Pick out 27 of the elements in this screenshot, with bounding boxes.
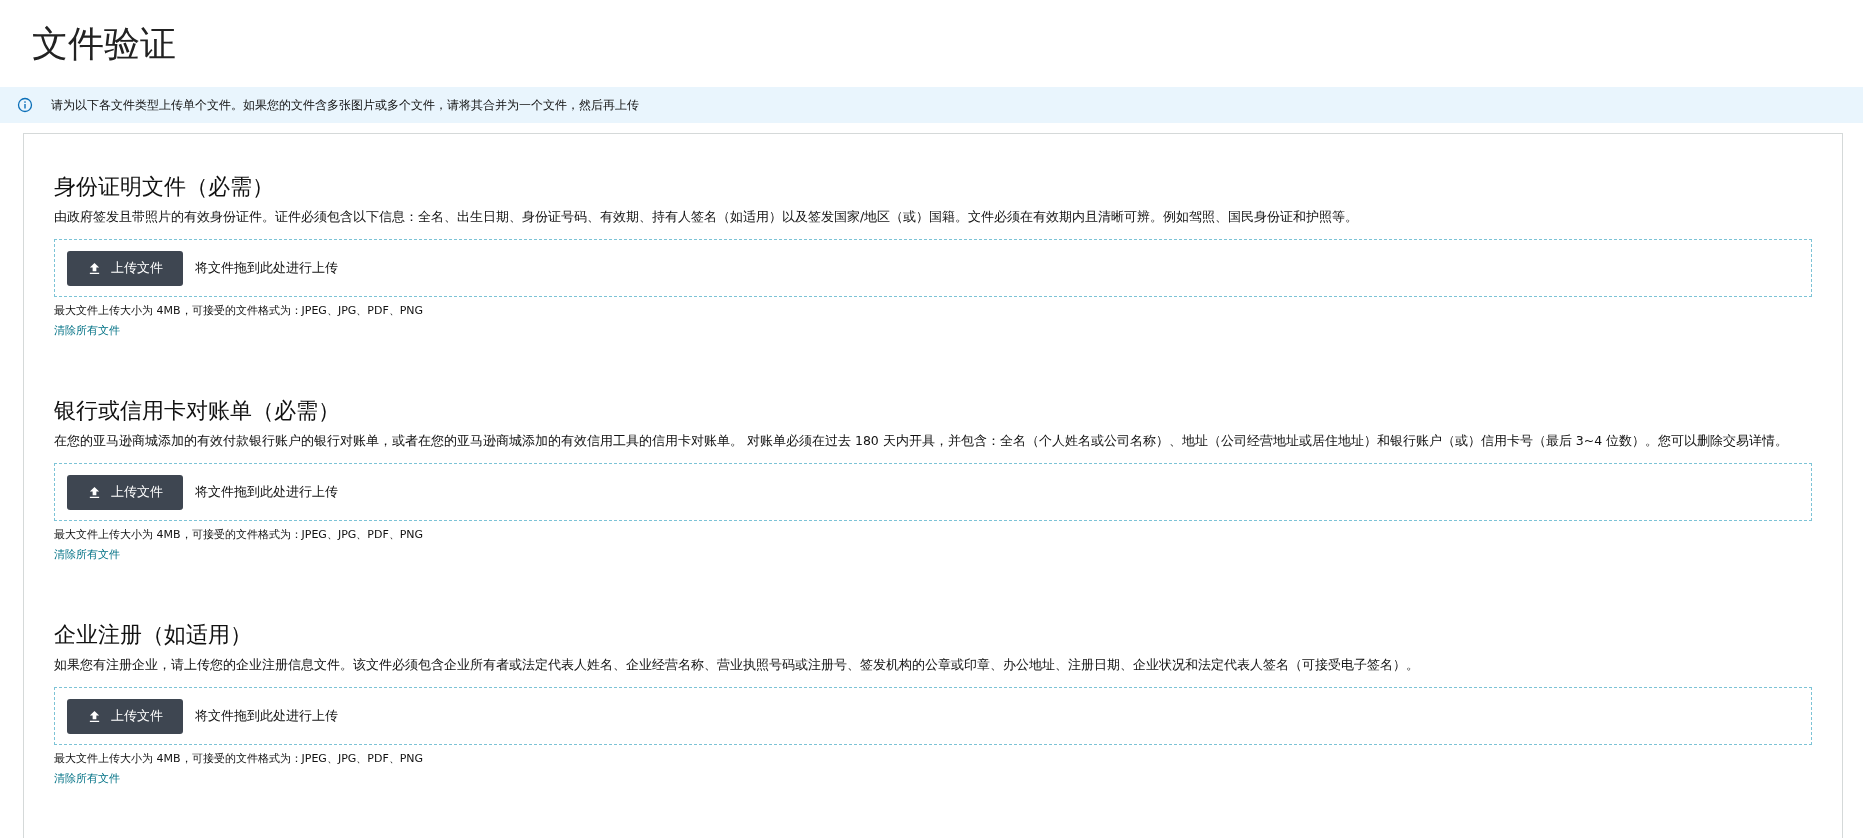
- section-heading: 企业注册（如适用）: [54, 621, 253, 649]
- file-requirements: 最大文件上传大小为 4MB，可接受的文件格式为：JPEG、JPG、PDF、PNG: [54, 751, 425, 767]
- clear-files-link[interactable]: 清除所有文件: [54, 770, 120, 788]
- file-requirements: 最大文件上传大小为 4MB，可接受的文件格式为：JPEG、JPG、PDF、PNG: [54, 527, 425, 543]
- upload-icon: [87, 485, 101, 499]
- drop-hint: 将文件拖到此处进行上传: [195, 707, 338, 725]
- section-heading: 银行或信用卡对账单（必需）: [54, 397, 341, 425]
- upload-button[interactable]: 上传文件: [67, 698, 183, 734]
- page-title: 文件验证: [31, 22, 177, 66]
- clear-files-link[interactable]: 清除所有文件: [54, 546, 120, 564]
- section-description: 由政府签发且带照片的有效身份证件。证件必须包含以下信息：全名、出生日期、身份证号码、有效期、持有人签名（如适用）以及签发国家/地区（或）国籍。文件必须在有效期内且清晰可辨。例如驾照、国民身份证和护照等。: [54, 208, 1360, 226]
- info-icon: [17, 97, 33, 113]
- upload-button[interactable]: 上传文件: [67, 250, 183, 286]
- drop-zone[interactable]: 上传文件 将文件拖到此处进行上传: [54, 239, 1812, 297]
- drop-hint: 将文件拖到此处进行上传: [195, 259, 338, 277]
- drop-zone[interactable]: 上传文件 将文件拖到此处进行上传: [54, 687, 1812, 745]
- drop-zone[interactable]: 上传文件 将文件拖到此处进行上传: [54, 463, 1812, 521]
- file-requirements: 最大文件上传大小为 4MB，可接受的文件格式为：JPEG、JPG、PDF、PNG: [54, 303, 425, 319]
- clear-files-link[interactable]: 清除所有文件: [54, 322, 120, 340]
- drop-hint: 将文件拖到此处进行上传: [195, 483, 338, 501]
- upload-icon: [87, 709, 101, 723]
- section-heading: 身份证明文件（必需）: [54, 173, 275, 201]
- info-message: 请为以下各文件类型上传单个文件。如果您的文件含多张图片或多个文件，请将其合并为一个文件，然后再上传: [51, 96, 639, 114]
- section-description: 在您的亚马逊商城添加的有效付款银行账户的银行对账单，或者在您的亚马逊商城添加的有效信用工具的信用卡对账单。 对账单必须在过去 180 天内开具，并包含：全名（个人姓名或公司名称）、地址（公司经营地址或居住地址）和银行账户（或）信用卡号（最后 3~4 位数）。您可以删除交易详情。: [54, 432, 1790, 450]
- upload-icon: [87, 261, 101, 275]
- upload-button[interactable]: 上传文件: [67, 474, 183, 510]
- section-description: 如果您有注册企业，请上传您的企业注册信息文件。该文件必须包含企业所有者或法定代表人姓名、企业经营名称、营业执照号码或注册号、签发机构的公章或印章、办公地址、注册日期、企业状况和法定代表人签名（可接受电子签名）。: [54, 656, 1420, 674]
